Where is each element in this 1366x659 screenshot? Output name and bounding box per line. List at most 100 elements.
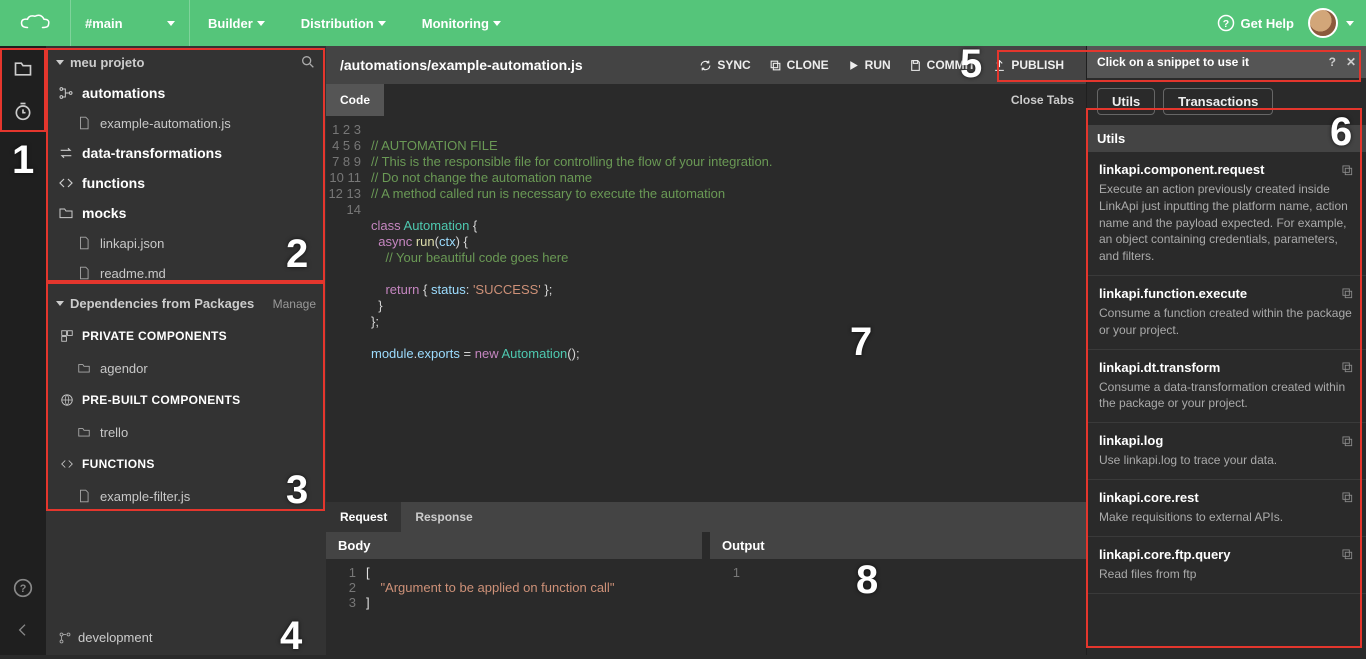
- avatar: [1308, 8, 1338, 38]
- chevron-down-icon: [56, 301, 64, 306]
- copy-icon[interactable]: [1340, 547, 1354, 561]
- branch-name: #main: [85, 16, 123, 31]
- user-menu[interactable]: [1308, 8, 1366, 38]
- snippets-section-label: Utils: [1087, 125, 1366, 152]
- run-button[interactable]: RUN: [839, 54, 899, 76]
- snippet-item[interactable]: linkapi.core.restMake requisitions to ex…: [1087, 480, 1366, 537]
- save-icon: [909, 59, 922, 72]
- snippet-item[interactable]: linkapi.component.requestExecute an acti…: [1087, 152, 1366, 276]
- deps-functions[interactable]: FUNCTIONS: [46, 447, 326, 481]
- swap-icon: [58, 145, 74, 161]
- file-icon: [76, 235, 92, 251]
- deps-header[interactable]: Dependencies from Packages Manage: [46, 288, 326, 319]
- bottom-panel: Request Response Body 123 [ "Argument to…: [326, 490, 1086, 655]
- request-body-panel: Body 123 [ "Argument to be applied on fu…: [326, 532, 710, 655]
- copy-icon[interactable]: [1340, 490, 1354, 504]
- get-help-button[interactable]: ? Get Help: [1203, 14, 1308, 32]
- chevron-down-icon: [56, 60, 64, 65]
- tree-automations[interactable]: automations: [46, 78, 326, 108]
- deps-private[interactable]: PRIVATE COMPONENTS: [46, 319, 326, 353]
- file-path: /automations/example-automation.js: [340, 57, 583, 73]
- search-icon[interactable]: [300, 54, 316, 70]
- env-footer[interactable]: development: [46, 620, 326, 655]
- branch-icon: [58, 631, 72, 645]
- chevron-down-icon: [167, 21, 175, 26]
- deps-prebuilt[interactable]: PRE-BUILT COMPONENTS: [46, 383, 326, 417]
- tab-transactions[interactable]: Transactions: [1163, 88, 1273, 115]
- menu-monitoring[interactable]: Monitoring: [404, 0, 519, 46]
- help-icon[interactable]: ?: [1329, 55, 1336, 69]
- file-icon: [76, 265, 92, 281]
- code-icon: [60, 457, 74, 471]
- icon-rail: ?: [0, 46, 46, 655]
- copy-icon[interactable]: [1340, 434, 1354, 448]
- tree-functions[interactable]: functions: [46, 168, 326, 198]
- tree-folder[interactable]: agendor: [46, 353, 326, 383]
- copy-icon[interactable]: [1340, 360, 1354, 374]
- snippets-list: linkapi.component.requestExecute an acti…: [1087, 152, 1366, 655]
- tree-data-transformations[interactable]: data-transformations: [46, 138, 326, 168]
- globe-icon: [60, 393, 74, 407]
- tree-file[interactable]: example-automation.js: [46, 108, 326, 138]
- publish-button[interactable]: PUBLISH: [985, 54, 1072, 76]
- project-header[interactable]: meu projeto: [46, 46, 326, 78]
- tab-request[interactable]: Request: [326, 502, 401, 532]
- tree-folder[interactable]: trello: [46, 417, 326, 447]
- tab-utils[interactable]: Utils: [1097, 88, 1155, 115]
- tree-file[interactable]: example-filter.js: [46, 481, 326, 511]
- editor-actions: SYNC CLONE RUN COMMIT PUBLISH: [691, 54, 1072, 76]
- tree-file[interactable]: readme.md: [46, 258, 326, 288]
- svg-text:?: ?: [20, 583, 27, 595]
- snippet-tabs: Utils Transactions: [1087, 78, 1366, 125]
- tab-code[interactable]: Code: [326, 84, 384, 116]
- sidebar: meu projeto automations example-automati…: [46, 46, 326, 655]
- branch-selector[interactable]: #main: [70, 0, 190, 46]
- tree-mocks[interactable]: mocks: [46, 198, 326, 228]
- help-icon[interactable]: ?: [12, 577, 34, 599]
- menu-builder[interactable]: Builder: [190, 0, 283, 46]
- body-editor[interactable]: 123 [ "Argument to be applied on functio…: [326, 559, 702, 655]
- code-editor[interactable]: 1 2 3 4 5 6 7 8 9 10 11 12 13 14 // AUTO…: [326, 116, 1086, 490]
- file-icon: [76, 115, 92, 131]
- component-icon: [60, 329, 74, 343]
- tree-file[interactable]: linkapi.json: [46, 228, 326, 258]
- manage-link[interactable]: Manage: [273, 297, 316, 311]
- tab-response[interactable]: Response: [401, 502, 486, 532]
- chevron-down-icon: [257, 21, 265, 26]
- play-icon: [847, 59, 860, 72]
- line-gutter: 1 2 3 4 5 6 7 8 9 10 11 12 13 14: [326, 116, 371, 490]
- clone-button[interactable]: CLONE: [761, 54, 837, 76]
- upload-icon: [993, 59, 1006, 72]
- files-icon[interactable]: [12, 58, 34, 80]
- collapse-icon[interactable]: [12, 619, 34, 641]
- sync-button[interactable]: SYNC: [691, 54, 758, 76]
- close-tabs-button[interactable]: Close Tabs: [999, 84, 1086, 116]
- svg-text:?: ?: [1222, 18, 1228, 30]
- output-label: Output: [710, 532, 1086, 559]
- snippet-item[interactable]: linkapi.logUse linkapi.log to trace your…: [1087, 423, 1366, 480]
- snippets-panel: Click on a snippet to use it ? ✕ Utils T…: [1086, 46, 1366, 655]
- file-icon: [76, 488, 92, 504]
- sync-icon: [699, 59, 712, 72]
- menu-distribution[interactable]: Distribution: [283, 0, 404, 46]
- code-lines: // AUTOMATION FILE // This is the respon…: [371, 116, 773, 490]
- copy-icon[interactable]: [1340, 286, 1354, 300]
- cloud-logo-icon: [20, 12, 50, 34]
- snippet-item[interactable]: linkapi.function.executeConsume a functi…: [1087, 276, 1366, 350]
- output-panel: Output 1: [710, 532, 1086, 655]
- folder-icon: [76, 424, 92, 440]
- folder-icon: [58, 205, 74, 221]
- chevron-down-icon: [1346, 21, 1354, 26]
- snippets-header: Click on a snippet to use it ? ✕: [1087, 46, 1366, 78]
- top-menu: Builder Distribution Monitoring: [190, 0, 519, 46]
- snippet-item[interactable]: linkapi.dt.transformConsume a data-trans…: [1087, 350, 1366, 424]
- cron-icon[interactable]: [12, 100, 34, 122]
- copy-icon[interactable]: [1340, 163, 1354, 177]
- output-editor[interactable]: 1: [710, 559, 1086, 655]
- chevron-down-icon: [378, 21, 386, 26]
- help-circle-icon: ?: [1217, 14, 1235, 32]
- snippet-item[interactable]: linkapi.core.ftp.queryRead files from ft…: [1087, 537, 1366, 594]
- commit-button[interactable]: COMMIT: [901, 54, 984, 76]
- close-icon[interactable]: ✕: [1346, 55, 1356, 69]
- logo[interactable]: [0, 12, 70, 34]
